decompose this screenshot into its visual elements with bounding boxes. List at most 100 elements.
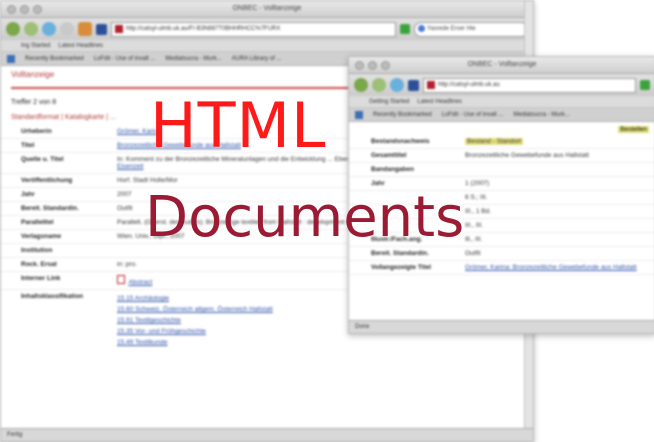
tab-item[interactable]: Mediatsucra - Murk...: [165, 56, 221, 62]
bookmarks-toolbar: Ing Started Latest Headlines: [1, 40, 533, 52]
address-bar[interactable]: http://catsyl-ulmb.uk.au: [423, 77, 636, 93]
address-text: http://catsyl-ulmb.uk.au: [438, 81, 500, 88]
field-value: Outfit: [465, 250, 481, 257]
bookmark-item[interactable]: Latest Headlines: [417, 99, 462, 105]
table-row: Bandangaben: [349, 163, 654, 177]
field-value-link[interactable]: Grömer, Karina: Bronzezeitliche Gewebefu…: [463, 261, 654, 274]
bookmarks-toolbar: Getting Started Latest Headlines: [349, 96, 654, 108]
field-value-link[interactable]: Eisenzeit: [117, 163, 143, 170]
field-value: III., 1 Bd.: [465, 208, 492, 215]
go-button[interactable]: [640, 80, 650, 90]
tab-item[interactable]: LoFdit - Use of invalt ...: [94, 56, 156, 62]
field-value: Ill., III.: [465, 236, 483, 243]
bookmark-item[interactable]: Latest Headlines: [58, 43, 103, 49]
minimize-window-button[interactable]: [20, 5, 29, 14]
back-arrow-icon[interactable]: [6, 22, 20, 36]
field-label: Jahr: [21, 191, 35, 198]
back-arrow-icon[interactable]: [354, 78, 368, 92]
field-label: Rock. Ersat: [21, 261, 57, 268]
reload-icon[interactable]: [390, 78, 404, 92]
field-value-text: In: Komment zu der Bronzezeitliche Miner…: [117, 156, 357, 163]
go-button[interactable]: [400, 24, 410, 34]
classification-link[interactable]: 15.49 Textilkunde: [117, 337, 531, 348]
zoom-window-button[interactable]: [33, 5, 42, 14]
stop-icon[interactable]: [60, 22, 74, 36]
field-value: [463, 163, 654, 169]
window-controls: [7, 5, 42, 14]
status-bar: Done: [349, 320, 654, 333]
field-label: Quelle u. Titel: [21, 156, 64, 163]
table-row: III., 1 Bd.: [349, 205, 654, 219]
field-label: [349, 205, 463, 211]
table-row: Jahr 1 (2007): [349, 177, 654, 191]
field-label: Vollangezeigte Titel: [371, 264, 432, 271]
window-titlebar: ONBEC - Volltanzeige: [349, 57, 654, 74]
address-text: http://catsyl-ulmb.uk.au/F/-B3N887T0BHHR…: [126, 25, 281, 32]
screenshot-collage: ONBEC - Volltanzeige http://catsyl-ulmb.…: [0, 0, 654, 442]
table-row: III., III.: [349, 219, 654, 233]
field-label: Bereit. Standardin.: [371, 250, 429, 257]
search-field[interactable]: Yasrede Erser Hie: [414, 21, 528, 37]
search-engine-icon: [418, 24, 425, 32]
document-icon: [117, 275, 125, 284]
address-bar[interactable]: http://catsyl-ulmb.uk.au/F/-B3N887T0BHHR…: [111, 21, 396, 37]
field-label: Inhaltsklassifikation: [21, 293, 84, 300]
bookmark-icon: [7, 54, 15, 63]
table-row: Vollangezeigte Titel Grömer, Karina: Bro…: [349, 261, 654, 275]
favicon-icon: [115, 24, 123, 33]
bookmark-icon: [355, 110, 363, 119]
tab-item[interactable]: Recently Bookmarked: [373, 112, 432, 118]
tab-item[interactable]: AURA Library of ...: [232, 56, 282, 62]
field-label: Interner Link: [21, 275, 61, 282]
tab-item[interactable]: LoFdit - Use of invalt ...: [442, 112, 504, 118]
field-label: Verlagsname: [21, 233, 62, 240]
bookmark-item[interactable]: Ing Started: [21, 43, 50, 49]
field-label: Bereit. Standardin.: [21, 205, 79, 212]
field-label: Bandangaben: [371, 166, 414, 173]
field-label: Jahr: [371, 180, 385, 187]
field-label: Veröffentlichung: [21, 177, 73, 184]
window-title: ONBEC - Volltanzeige: [467, 61, 537, 68]
window-titlebar: ONBEC - Volltanzeige: [1, 1, 533, 18]
table-row: Illustr./Fach.ang. Ill., III.: [349, 233, 654, 247]
close-window-button[interactable]: [355, 61, 364, 70]
table-row: Bereit. Standardin. Outfit: [349, 247, 654, 261]
field-label: Illustr./Fach.ang.: [371, 236, 423, 243]
table-row: 6 S.; III.: [349, 191, 654, 205]
field-value: 6 S.; III.: [465, 194, 488, 201]
window-title: ONBEC - Volltanzeige: [232, 5, 302, 12]
table-row: Bestandsnachweis Bestand - Standort: [349, 135, 654, 149]
zoom-window-button[interactable]: [381, 61, 390, 70]
field-value: Bronzezeitliche Gewebefunde aus Hallstat…: [465, 152, 589, 159]
minimize-window-button[interactable]: [368, 61, 377, 70]
field-label: [349, 191, 463, 197]
order-button[interactable]: Bestellen: [618, 126, 649, 133]
search-placeholder: Yasrede Erser Hie: [427, 25, 476, 32]
favicon-icon: [427, 80, 435, 89]
browser-window-secondary: ONBEC - Volltanzeige http://catsyl-ulmb.…: [348, 56, 654, 334]
site-icon: [96, 23, 107, 35]
forward-arrow-icon[interactable]: [24, 22, 38, 36]
bookmark-item[interactable]: Getting Started: [369, 99, 409, 105]
abstract-link[interactable]: Abstract: [128, 279, 152, 286]
status-bar: Fertig: [1, 428, 533, 441]
tab-bar: Recently Bookmarked LoFdit - Use of inva…: [349, 108, 654, 122]
tab-item[interactable]: Recently Bookmarked: [25, 56, 84, 62]
holdings-link[interactable]: Bestand - Standort: [465, 138, 524, 145]
field-value: III., III.: [465, 222, 484, 229]
browser-toolbar: http://catsyl-ulmb.uk.au: [349, 74, 654, 96]
field-label: Bestandsnachweis: [371, 138, 430, 145]
reload-icon[interactable]: [42, 22, 56, 36]
site-icon: [408, 79, 419, 91]
forward-arrow-icon[interactable]: [372, 78, 386, 92]
browser-toolbar: http://catsyl-ulmb.uk.au/F/-B3N887T0BHHR…: [1, 18, 533, 40]
table-row: Gesamttitel Bronzezeitliche Gewebefunde …: [349, 149, 654, 163]
field-label: Parallelitel: [21, 219, 54, 226]
field-label: Institution: [21, 247, 53, 254]
field-label: Urheberin: [21, 128, 52, 135]
home-icon[interactable]: [78, 22, 92, 36]
record-table: Bestandsnachweis Bestand - Standort Gesa…: [349, 135, 654, 275]
field-label: Gesamttitel: [371, 152, 407, 159]
close-window-button[interactable]: [7, 5, 16, 14]
tab-item[interactable]: Mediatsucra - Murk...: [513, 112, 569, 118]
